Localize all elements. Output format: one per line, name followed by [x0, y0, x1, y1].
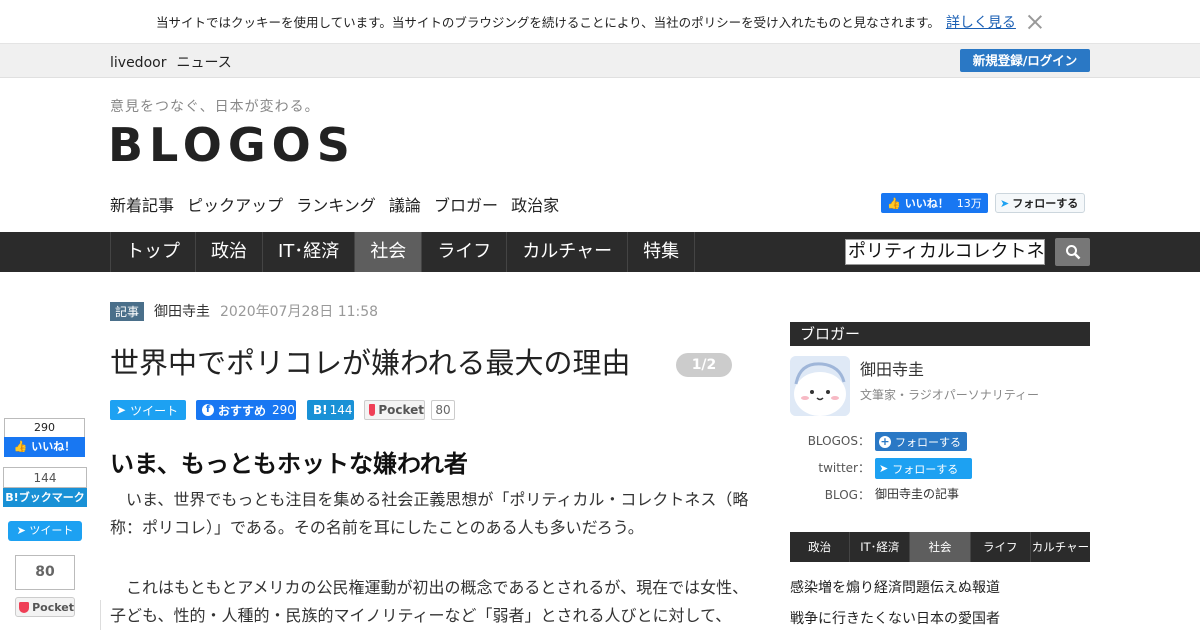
floating-pocket-button[interactable]: Pocket	[15, 597, 75, 617]
section-link-pickup[interactable]: ピックアップ	[187, 196, 283, 215]
article-subheading: いま、もっともホットな嫌われ者	[110, 450, 468, 478]
facebook-recommend-button[interactable]: f おすすめ 290	[196, 400, 296, 420]
close-icon[interactable]	[1026, 13, 1044, 31]
twitter-bird-icon: ➤	[16, 524, 26, 537]
nav-tab-politics[interactable]: 政治	[195, 232, 262, 272]
page-indicator-badge: 1/2	[676, 353, 732, 377]
article-type-badge: 記事	[110, 301, 145, 321]
nav-tab-top[interactable]: トップ	[110, 232, 195, 272]
cookie-banner: 当サイトではクッキーを使用しています。当サイトのブラウジングを続けることにより、…	[0, 0, 1200, 43]
top-navbar: livedoor ニュース 新規登録/ログイン	[0, 43, 1200, 78]
hatena-count: 144	[329, 403, 353, 417]
blogos-follow-label: フォローする	[895, 435, 961, 449]
blog-row: BLOG：	[790, 486, 870, 503]
sidebar-blogger-heading: ブロガー	[790, 322, 1090, 346]
plus-icon: +	[879, 434, 891, 448]
thumbs-up-icon: 👍	[13, 440, 28, 453]
search-icon	[1065, 245, 1080, 260]
article-meta: 記事 御田寺圭 2020年07月28日 11:58	[110, 301, 378, 321]
twitter-bird-icon: ➤	[116, 403, 127, 417]
twitter-follow-button[interactable]: ➤ フォローする	[995, 193, 1085, 213]
blog-label: BLOG：	[824, 488, 870, 502]
blogos-label: BLOGOS：	[807, 434, 870, 448]
sidebar-twitter-follow-button[interactable]: ➤ フォローする	[875, 458, 972, 479]
article-paragraph: これはもともとアメリカの公民権運動が初出の概念であるとされるが、現在では女性、子…	[110, 578, 749, 625]
brand-livedoor[interactable]: livedoor	[110, 55, 166, 71]
blogos-follow-row: BLOGOS：	[790, 432, 870, 449]
sidebar-tab-culture[interactable]: カルチャー	[1031, 532, 1090, 562]
twitter-bird-icon: ➤	[1000, 196, 1010, 210]
pocket-label: Pocket	[378, 403, 424, 417]
article-author[interactable]: 御田寺圭	[154, 301, 210, 321]
nav-tab-it-economy[interactable]: IT･経済	[262, 232, 354, 272]
hatena-label: B!	[313, 403, 328, 417]
sidebar-category-tabs: 政治 IT･経済 社会 ライフ カルチャー	[790, 532, 1090, 562]
search-input[interactable]: ポリティカルコレクトネ	[845, 239, 1045, 265]
facebook-like-button[interactable]: 👍 いいね！ 13万	[881, 193, 988, 213]
nav-tab-life[interactable]: ライフ	[421, 232, 506, 272]
section-nav: 新着記事 ピックアップ ランキング 議論 ブロガー 政治家	[110, 192, 567, 216]
fb-recommend-label: おすすめ	[218, 403, 267, 418]
pocket-count: 80	[431, 400, 455, 420]
section-link-bloggers[interactable]: ブロガー	[434, 196, 498, 215]
pocket-icon	[369, 404, 376, 416]
nav-tab-feature[interactable]: 特集	[627, 232, 696, 272]
floating-fb-label: いいね！	[31, 440, 76, 453]
floating-pocket-label: Pocket	[32, 600, 74, 614]
sidebar-tab-society[interactable]: 社会	[910, 532, 971, 562]
section-link-debate[interactable]: 議論	[389, 196, 421, 215]
tw-follow-label: フォローする	[1012, 197, 1079, 210]
blogger-avatar[interactable]	[790, 356, 850, 416]
sidebar-twitter-follow-label: フォローする	[892, 462, 959, 476]
blogger-name[interactable]: 御田寺圭	[860, 356, 924, 380]
section-link-new[interactable]: 新着記事	[110, 196, 174, 215]
sidebar-article-link[interactable]: 感染増を煽り経済問題伝えぬ報道	[790, 577, 1000, 597]
pocket-icon	[19, 601, 30, 613]
signup-login-button[interactable]: 新規登録/ログイン	[960, 49, 1090, 72]
floating-hatena-button[interactable]: B!ブックマーク	[3, 488, 87, 507]
pocket-button[interactable]: Pocket	[364, 400, 425, 420]
search-button[interactable]	[1055, 238, 1090, 266]
livedoor-news-brand[interactable]: livedoor ニュース	[110, 52, 242, 72]
sidebar-tab-life[interactable]: ライフ	[971, 532, 1031, 562]
section-link-politicians[interactable]: 政治家	[511, 196, 559, 215]
sidebar-tab-politics[interactable]: 政治	[790, 532, 851, 562]
section-link-ranking[interactable]: ランキング	[296, 196, 376, 215]
article-date: 2020年07月28日 11:58	[220, 304, 379, 320]
floating-fb-count: 290	[4, 418, 85, 438]
fb-recommend-count: 290	[272, 403, 295, 417]
blog-articles-link[interactable]: 御田寺圭の記事	[875, 485, 959, 502]
brand-news[interactable]: ニュース	[176, 55, 231, 71]
cookie-text: 当サイトではクッキーを使用しています。当サイトのブラウジングを続けることにより、…	[156, 15, 940, 30]
tweet-button[interactable]: ➤ ツイート	[110, 400, 186, 420]
twitter-label: twitter：	[818, 461, 870, 475]
facebook-icon: f	[202, 404, 214, 416]
site-tagline: 意見をつなぐ、日本が変わる。	[110, 99, 320, 115]
article-paragraph: いま、世界でもっとも注目を集める社会正義思想が「ポリティカル・コレクトネス（略称…	[110, 490, 749, 537]
nav-tab-culture[interactable]: カルチャー	[506, 232, 627, 272]
fb-like-label: いいね！	[904, 197, 949, 210]
twitter-follow-row: twitter：	[790, 459, 870, 476]
blogos-logo[interactable]: BLOGOS	[108, 118, 356, 172]
sidebar-tab-it-economy[interactable]: IT･経済	[850, 532, 911, 562]
floating-pocket-count: 80	[15, 555, 75, 590]
blogger-role: 文筆家・ラジオパーソナリティー	[860, 388, 1040, 402]
nav-tab-society[interactable]: 社会	[354, 232, 422, 272]
article-title: 世界中でポリコレが嫌われる最大の理由	[110, 346, 631, 380]
fb-like-count: 13万	[956, 197, 982, 210]
thumbs-up-icon: 👍	[887, 196, 901, 210]
cookie-details-link[interactable]: 詳しく見る	[946, 12, 1016, 32]
blogos-follow-button[interactable]: + フォローする	[875, 432, 967, 451]
sidebar-article-link[interactable]: 戦争に行きたくない日本の愛国者	[790, 608, 1000, 628]
twitter-bird-icon: ➤	[879, 462, 889, 475]
floating-tweet-button[interactable]: ➤ ツイート	[8, 521, 82, 541]
floating-hatena-count: 144	[3, 467, 87, 488]
floating-tweet-label: ツイート	[29, 524, 74, 537]
main-category-nav: トップ 政治 IT･経済 社会 ライフ カルチャー 特集 ポリティカルコレクトネ	[0, 232, 1200, 272]
content-divider	[100, 600, 101, 630]
tweet-label: ツイート	[130, 403, 179, 418]
floating-fb-like-button[interactable]: 👍 いいね！	[4, 437, 85, 457]
avatar-illustration	[790, 356, 850, 416]
hatena-bookmark-button[interactable]: B! 144	[307, 400, 354, 420]
